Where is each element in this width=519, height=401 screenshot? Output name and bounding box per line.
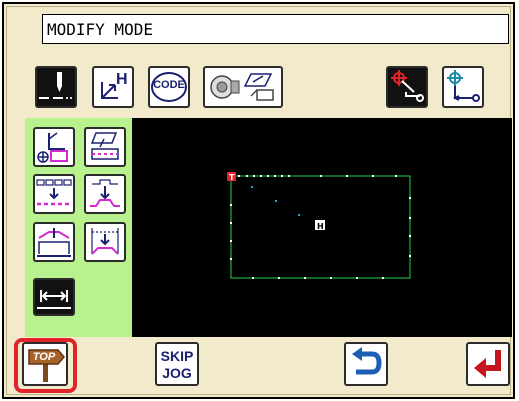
code-label: CODE bbox=[153, 79, 185, 91]
offset-icon bbox=[91, 228, 119, 255]
page-title: MODIFY MODE bbox=[47, 20, 153, 39]
home-marker-label: H bbox=[317, 222, 324, 231]
points-select-icon bbox=[36, 179, 72, 206]
jog-label: JOG bbox=[162, 365, 192, 381]
code-button[interactable]: CODE bbox=[148, 66, 190, 108]
start-marker-label: T bbox=[229, 173, 235, 182]
stitch-button[interactable] bbox=[35, 66, 77, 108]
width-icon bbox=[35, 280, 73, 314]
thread-pattern-button[interactable] bbox=[203, 66, 283, 108]
insert-point-icon bbox=[90, 179, 120, 207]
pattern-drawing: T H bbox=[227, 172, 411, 279]
insert-point-button[interactable] bbox=[84, 174, 126, 214]
skip-jog-button[interactable]: SKIP JOG bbox=[155, 342, 199, 386]
thread-icon bbox=[210, 73, 274, 101]
width-button[interactable] bbox=[33, 278, 75, 316]
block-move-icon bbox=[90, 132, 119, 160]
offset-button[interactable] bbox=[84, 222, 126, 262]
origin-icon bbox=[388, 68, 426, 106]
pattern-canvas[interactable]: T H bbox=[132, 118, 512, 337]
origin2-button[interactable] bbox=[442, 66, 484, 108]
point-move-icon bbox=[37, 132, 68, 163]
point-move-button[interactable] bbox=[33, 127, 75, 167]
move-button[interactable]: H bbox=[92, 66, 134, 108]
block-move-button[interactable] bbox=[84, 127, 126, 167]
move-icon: H bbox=[101, 71, 128, 99]
top-button-highlight bbox=[14, 338, 77, 393]
undo-icon bbox=[352, 347, 382, 375]
origin2-icon bbox=[447, 70, 480, 102]
shift-pattern-icon bbox=[37, 228, 71, 257]
points-select-button[interactable] bbox=[33, 174, 75, 214]
shift-pattern-button[interactable] bbox=[33, 222, 75, 262]
enter-button[interactable] bbox=[466, 342, 510, 386]
undo-button[interactable] bbox=[344, 342, 388, 386]
title-bar: MODIFY MODE bbox=[42, 14, 509, 44]
enter-icon bbox=[474, 350, 501, 378]
svg-text:H: H bbox=[116, 71, 128, 88]
travel-points bbox=[251, 186, 300, 216]
stitch-icon bbox=[37, 68, 75, 106]
origin-button[interactable] bbox=[386, 66, 428, 108]
skip-label: SKIP bbox=[160, 348, 194, 364]
